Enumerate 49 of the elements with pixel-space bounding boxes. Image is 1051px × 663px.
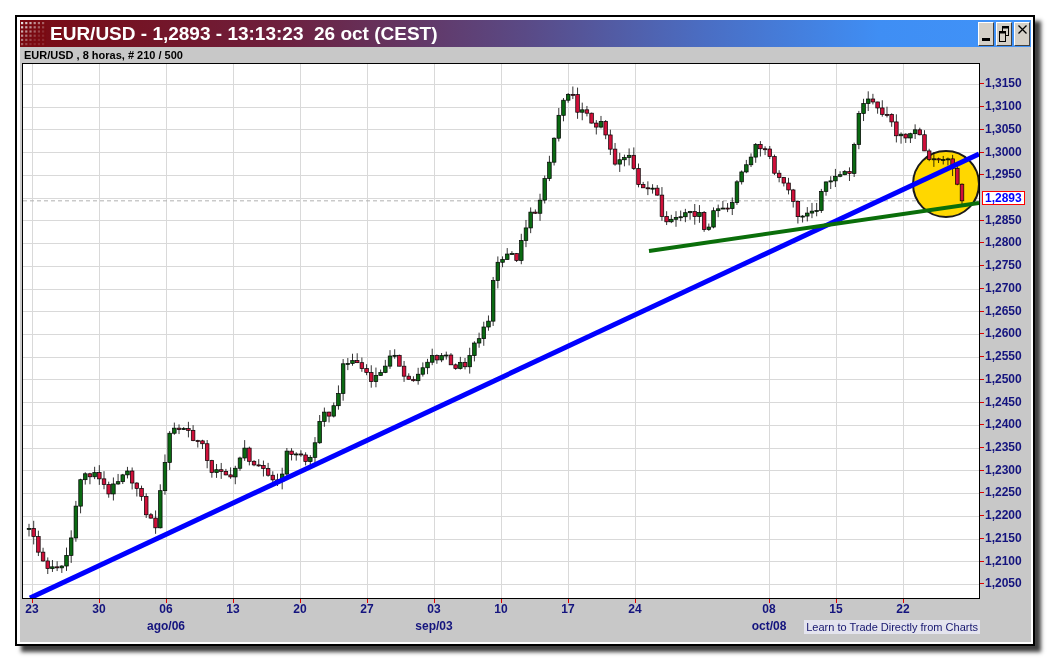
price-label: 1,2950 bbox=[985, 168, 1022, 182]
price-label: 1,2650 bbox=[985, 304, 1022, 318]
price-label: 1,2600 bbox=[985, 327, 1022, 341]
date-label: 08 bbox=[762, 603, 776, 616]
chart-subtitle: EUR/USD , 8 horas, # 210 / 500 bbox=[23, 48, 183, 63]
month-label: sep/03 bbox=[415, 620, 453, 633]
price-label: 1,2450 bbox=[985, 395, 1022, 409]
date-label: 20 bbox=[293, 603, 307, 616]
current-price-label: 1,2893 bbox=[982, 190, 1025, 205]
price-label: 1,2050 bbox=[985, 577, 1022, 591]
date-label: 13 bbox=[226, 603, 240, 616]
price-label: 1,2850 bbox=[985, 213, 1022, 227]
price-label: 1,2250 bbox=[985, 486, 1022, 500]
price-label: 1,2350 bbox=[985, 440, 1022, 454]
date-label: 27 bbox=[360, 603, 374, 616]
close-button[interactable] bbox=[1014, 21, 1030, 46]
price-label: 1,2800 bbox=[985, 236, 1022, 250]
window-title: EUR/USD - 1,2893 - 13:13:23 26 oct (CEST) bbox=[50, 23, 438, 44]
date-label: 15 bbox=[829, 603, 843, 616]
price-label: 1,2150 bbox=[985, 531, 1022, 545]
month-label: ago/06 bbox=[147, 620, 185, 633]
restore-icon bbox=[999, 25, 1009, 42]
price-label: 1,2200 bbox=[985, 509, 1022, 523]
price-label: 1,2300 bbox=[985, 463, 1022, 477]
date-label: 17 bbox=[561, 603, 575, 616]
dot-grid-icon bbox=[20, 20, 46, 47]
price-label: 1,2400 bbox=[985, 418, 1022, 432]
price-label: 1,3100 bbox=[985, 100, 1022, 114]
date-label: 23 bbox=[25, 603, 39, 616]
price-label: 1,3150 bbox=[985, 77, 1022, 91]
price-label: 1,3000 bbox=[985, 145, 1022, 159]
date-label: 10 bbox=[494, 603, 508, 616]
minimize-icon bbox=[982, 37, 990, 41]
price-label: 1,2500 bbox=[985, 372, 1022, 386]
date-label: 30 bbox=[92, 603, 106, 616]
date-label: 22 bbox=[896, 603, 910, 616]
date-label: 06 bbox=[159, 603, 173, 616]
price-label: 1,2750 bbox=[985, 259, 1022, 273]
price-label: 1,3050 bbox=[985, 122, 1022, 136]
price-label: 1,2550 bbox=[985, 350, 1022, 364]
learn-to-trade-link[interactable]: Learn to Trade Directly from Charts bbox=[804, 619, 980, 634]
price-label: 1,2700 bbox=[985, 281, 1022, 295]
price-label: 1,2100 bbox=[985, 554, 1022, 568]
date-label: 24 bbox=[628, 603, 642, 616]
month-label: oct/08 bbox=[751, 620, 787, 633]
date-label: 03 bbox=[427, 603, 441, 616]
minimize-button[interactable] bbox=[978, 21, 994, 46]
close-icon bbox=[1017, 25, 1027, 34]
restore-button[interactable] bbox=[996, 21, 1012, 46]
